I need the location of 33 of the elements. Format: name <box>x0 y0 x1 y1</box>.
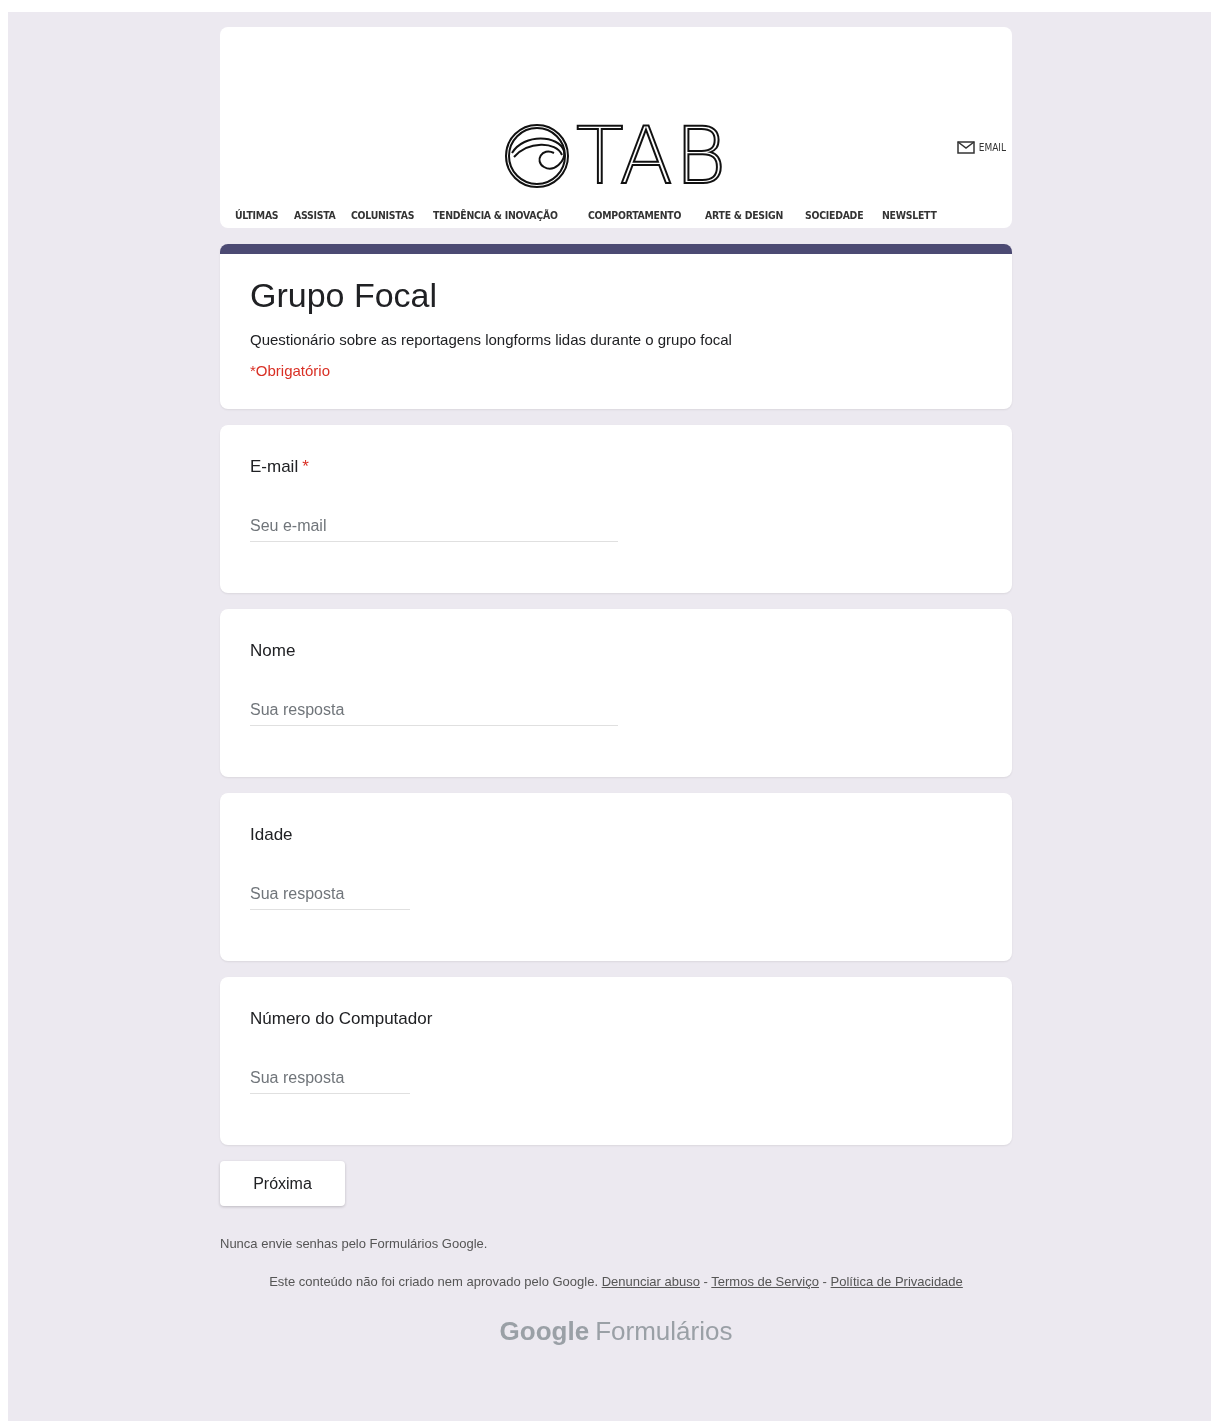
nav-link[interactable]: COMPORTAMENTO <box>587 209 681 222</box>
logo-icon <box>504 123 570 189</box>
next-button[interactable]: Próxima <box>220 1161 345 1206</box>
link-separator: - <box>821 1274 828 1289</box>
question-text: Nome <box>250 641 296 660</box>
nav-link[interactable]: COLUNISTAS <box>350 209 415 222</box>
footer-link[interactable]: Política de Privacidade <box>830 1274 963 1289</box>
answer-field[interactable]: Sua resposta <box>250 697 618 726</box>
nav-link[interactable]: ARTE & DESIGN <box>705 209 784 222</box>
google-forms-logo: Google Formulários <box>499 1316 733 1347</box>
nav-link[interactable]: TENDÊNCIA & INOVAÇÃO <box>433 209 558 222</box>
nav-link[interactable]: SOCIEDADE <box>805 209 864 222</box>
question-text: Número do Computador <box>250 1009 433 1028</box>
required-note: *Obrigatório <box>250 362 332 379</box>
nav-link[interactable]: NEWSLETT <box>881 209 937 222</box>
nav-link[interactable]: ÚLTIMAS <box>235 209 279 222</box>
answer-field[interactable]: Sua resposta <box>250 1065 410 1094</box>
form-description: Questionário sobre as reportagens longforms lidas durante o grupo focal <box>250 331 733 348</box>
link-separator: - <box>702 1274 709 1289</box>
nav-link[interactable]: ASSISTA <box>294 209 336 222</box>
question-text: Idade <box>250 825 293 844</box>
answer-field[interactable]: Seu e-mail <box>250 513 618 542</box>
password-warning: Nunca envie senhas pelo Formulários Google. <box>220 1236 489 1251</box>
footer-link[interactable]: Denunciar abuso <box>601 1274 700 1289</box>
form-title: Grupo Focal <box>250 276 439 315</box>
disclaimer-text: Este conteúdo não foi criado nem aprovado pelo Google. Denunciar abuso - Termos de Serviço - Política de Privacidade <box>268 1273 964 1290</box>
logo-text: TAB <box>576 117 728 195</box>
email-link[interactable]: EMAIL <box>956 141 1006 154</box>
footer-link[interactable]: Termos de Serviço <box>711 1274 819 1289</box>
question-text: E-mail <box>250 457 299 476</box>
answer-field[interactable]: Sua resposta <box>250 881 410 910</box>
mail-icon <box>956 141 975 154</box>
required-asterisk: * <box>302 457 309 476</box>
